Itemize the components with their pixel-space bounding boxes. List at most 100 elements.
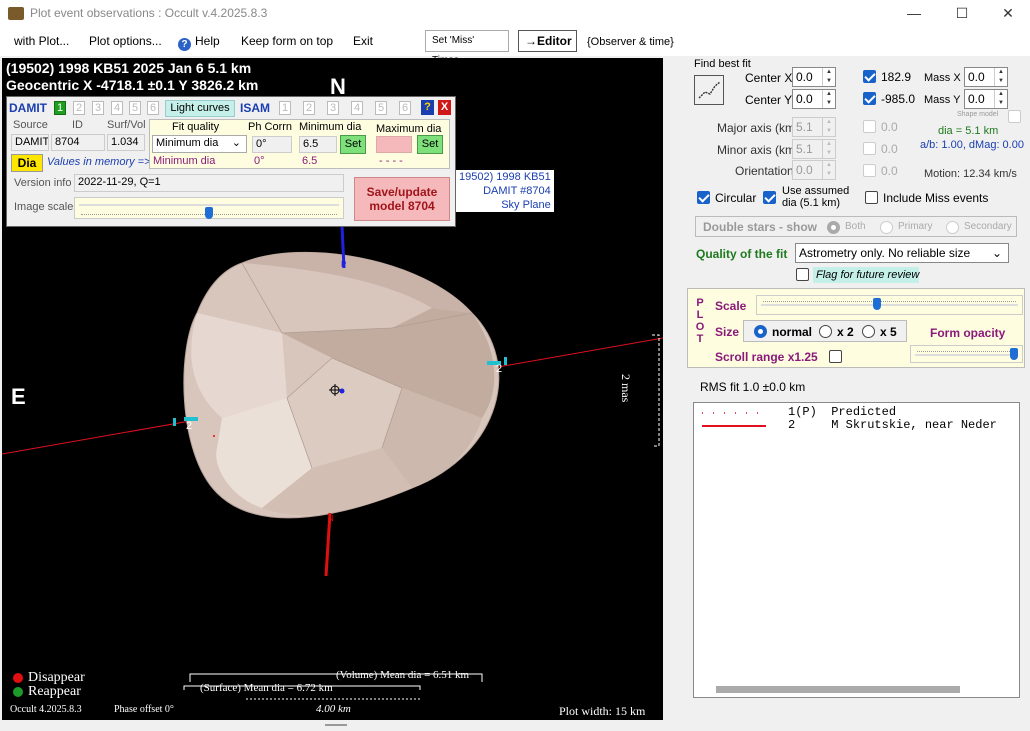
damit-model-4[interactable]: 4 xyxy=(111,101,123,115)
center-x-value: 0.0 xyxy=(796,70,813,84)
major-axis-value: 5.1 xyxy=(796,120,813,134)
close-button[interactable]: ✕ xyxy=(985,0,1030,27)
ds-secondary-radio[interactable] xyxy=(946,221,959,234)
center-y-spinner[interactable]: 0.0 ▲ ▼ xyxy=(792,89,836,109)
phase-offset: Phase offset 0° xyxy=(114,704,174,715)
mass-y-spinner[interactable]: 0.0 ▲ ▼ xyxy=(964,89,1008,109)
image-scale-thumb[interactable] xyxy=(205,207,213,219)
spinner-arrows-icon[interactable]: ▲ ▼ xyxy=(822,90,835,108)
spinner-arrows-icon[interactable]: ▲ ▼ xyxy=(822,118,835,136)
minor-axis-value: 5.1 xyxy=(796,142,813,156)
light-curves-button[interactable]: Light curves xyxy=(165,100,235,117)
fit-quality-select[interactable]: Minimum dia ⌄ xyxy=(152,135,247,153)
isam-model-4[interactable]: 4 xyxy=(351,101,363,115)
find-best-fit-button[interactable] xyxy=(694,75,724,105)
dia-button[interactable]: Dia xyxy=(11,154,43,172)
minimize-button[interactable]: — xyxy=(891,0,937,27)
size-x2-label: x 2 xyxy=(837,325,854,339)
isam-model-1[interactable]: 1 xyxy=(279,101,291,115)
ds-primary-radio[interactable] xyxy=(880,221,893,234)
damit-model-3[interactable]: 3 xyxy=(92,101,104,115)
double-stars-label: Double stars - show xyxy=(703,220,818,234)
spinner-arrows-icon[interactable]: ▲ ▼ xyxy=(994,68,1007,86)
max-dia-field[interactable] xyxy=(376,136,412,153)
km-scale-label: 4.00 km xyxy=(316,703,351,715)
scroll-range-checkbox[interactable] xyxy=(829,350,842,363)
menu-help[interactable]: ? Help xyxy=(178,34,220,51)
menu-with-plot[interactable]: with Plot... xyxy=(14,34,69,48)
mas-scale-bar xyxy=(652,334,660,447)
quality-of-fit-select[interactable]: Astrometry only. No reliable size ⌄ xyxy=(795,243,1009,263)
damit-help-button[interactable]: ? xyxy=(421,100,434,115)
menu-plot-options[interactable]: Plot options... xyxy=(89,34,162,48)
damit-isam-panel: DAMIT 1 2 3 4 5 6 Light curves ISAM 1 2 … xyxy=(6,96,456,227)
isam-model-2[interactable]: 2 xyxy=(303,101,315,115)
resize-grip[interactable] xyxy=(325,724,347,726)
observer-legend-list[interactable]: 1(P) Predicted 2 M Skrutskie, near Neder xyxy=(693,402,1020,698)
list-item[interactable]: 1(P) Predicted xyxy=(788,405,896,419)
max-dia-set-button[interactable]: Set xyxy=(417,135,443,154)
image-scale-slider[interactable] xyxy=(74,197,344,219)
version-info-field: 2022-11-29, Q=1 xyxy=(74,174,344,192)
row-name: Predicted xyxy=(831,405,897,419)
orientation-spinner[interactable]: 0.0 ▲ ▼ xyxy=(792,160,836,180)
plot-scale-thumb[interactable] xyxy=(873,298,882,310)
minor-axis-spinner[interactable]: 5.1 ▲ ▼ xyxy=(792,139,836,159)
form-opacity-thumb[interactable] xyxy=(1010,348,1018,360)
isam-model-3[interactable]: 3 xyxy=(327,101,339,115)
circular-checkbox[interactable] xyxy=(697,191,710,204)
observer-time-button[interactable]: {Observer & time} xyxy=(587,36,674,48)
size-x5-radio[interactable] xyxy=(862,325,875,338)
use-assumed-line2: dia (5.1 km) xyxy=(782,197,841,209)
min-dia-field[interactable]: 6.5 xyxy=(299,136,337,153)
ds-both-radio[interactable] xyxy=(827,221,840,234)
major-axis-fix-checkbox[interactable] xyxy=(863,120,876,133)
spinner-arrows-icon[interactable]: ▲ ▼ xyxy=(822,161,835,179)
center-x-fixed-value: 182.9 xyxy=(881,70,912,84)
editor-button[interactable]: →Editor xyxy=(518,30,577,52)
major-axis-spinner[interactable]: 5.1 ▲ ▼ xyxy=(792,117,836,137)
set-miss-times-button[interactable]: Set 'Miss' Times xyxy=(425,30,509,66)
plot-scale-slider[interactable] xyxy=(756,295,1023,315)
list-item[interactable]: 2 M Skrutskie, near Neder xyxy=(788,418,997,432)
maximize-button[interactable]: ☐ xyxy=(939,0,985,27)
row-name: M Skrutskie, near Neder xyxy=(831,418,997,432)
spinner-arrows-icon[interactable]: ▲ ▼ xyxy=(822,68,835,86)
damit-close-button[interactable]: X xyxy=(438,100,451,115)
center-x-spinner[interactable]: 0.0 ▲ ▼ xyxy=(792,67,836,87)
include-miss-checkbox[interactable] xyxy=(865,191,878,204)
damit-model-5[interactable]: 5 xyxy=(129,101,141,115)
size-x2-radio[interactable] xyxy=(819,325,832,338)
use-assumed-dia-checkbox[interactable] xyxy=(763,191,776,204)
min-dia-set-button[interactable]: Set xyxy=(340,135,366,154)
menu-help-label: Help xyxy=(195,34,220,48)
center-y-label: Center Y xyxy=(745,93,793,107)
spinner-arrows-icon[interactable]: ▲ ▼ xyxy=(822,140,835,158)
menu-keep-form-on-top[interactable]: Keep form on top xyxy=(241,34,333,48)
mass-y-value: 0.0 xyxy=(968,92,985,106)
max-dia-label: Maximum dia xyxy=(376,123,442,135)
isam-model-5[interactable]: 5 xyxy=(375,101,387,115)
flag-review-checkbox[interactable] xyxy=(796,268,809,281)
damit-model-2[interactable]: 2 xyxy=(73,101,85,115)
form-opacity-slider[interactable] xyxy=(910,345,1023,363)
save-update-model-button[interactable]: Save/update model 8704 xyxy=(354,177,450,221)
source-field: DAMIT xyxy=(11,134,49,151)
orientation-fix-checkbox[interactable] xyxy=(863,164,876,177)
title-bar: Plot event observations : Occult v.4.202… xyxy=(0,0,1030,27)
isam-model-6[interactable]: 6 xyxy=(399,101,411,115)
center-y-fix-checkbox[interactable] xyxy=(863,92,876,105)
spinner-arrows-icon[interactable]: ▲ ▼ xyxy=(994,90,1007,108)
damit-model-1[interactable]: 1 xyxy=(54,101,66,115)
size-normal-radio[interactable] xyxy=(754,325,767,338)
center-x-fix-checkbox[interactable] xyxy=(863,70,876,83)
horizontal-scrollbar[interactable] xyxy=(716,686,960,693)
shape-model-checkbox[interactable] xyxy=(1008,110,1021,123)
plot-letter-t: T xyxy=(696,333,704,345)
size-x5-label: x 5 xyxy=(880,325,897,339)
minor-axis-fix-checkbox[interactable] xyxy=(863,142,876,155)
mass-x-spinner[interactable]: 0.0 ▲ ▼ xyxy=(964,67,1008,87)
ph-corrn-field: 0° xyxy=(252,136,292,153)
menu-exit[interactable]: Exit xyxy=(353,34,373,48)
damit-model-6[interactable]: 6 xyxy=(147,101,159,115)
